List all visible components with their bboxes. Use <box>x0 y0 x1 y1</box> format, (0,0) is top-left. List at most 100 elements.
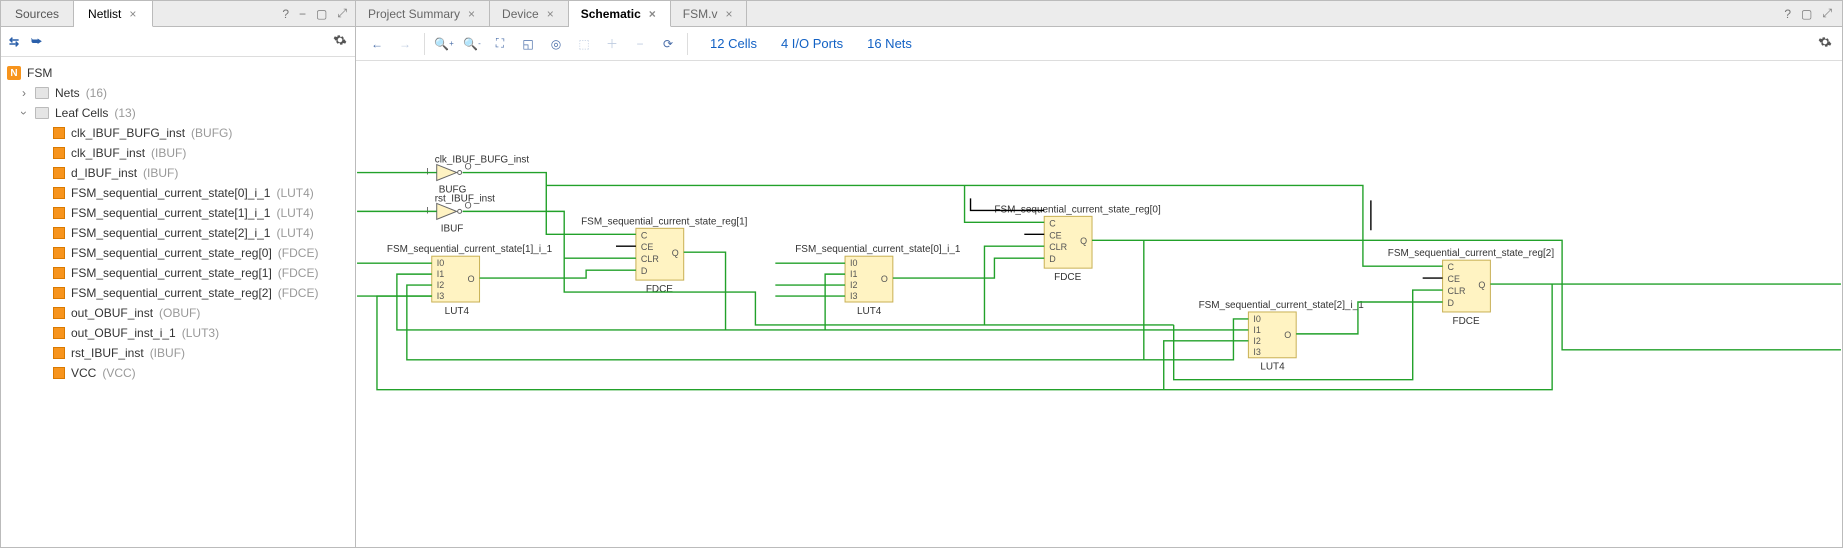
tab-label: Project Summary <box>368 7 460 21</box>
maximize-icon[interactable]: ⤢ <box>337 6 347 21</box>
center-icon[interactable]: ◎ <box>545 33 567 55</box>
pin-label: O <box>881 274 888 284</box>
netlist-panel: Sources Netlist × ? − ▢ ⤢ ⇆ ⮨ N <box>1 1 356 547</box>
pin-label: Q <box>1478 280 1485 290</box>
cell-type: (LUT4) <box>276 186 313 200</box>
tree-cell[interactable]: out_OBUF_inst (OBUF) <box>5 303 349 323</box>
tree-cell[interactable]: FSM_sequential_current_state_reg[1] (FDC… <box>5 263 349 283</box>
zoom-out-icon[interactable]: 🔍- <box>461 33 483 55</box>
cell-icon <box>53 207 65 219</box>
tree-cell[interactable]: FSM_sequential_current_state[0]_i_1 (LUT… <box>5 183 349 203</box>
pin-label: I2 <box>850 280 857 290</box>
cell-name: clk_IBUF_BUFG_inst <box>71 126 185 140</box>
help-icon[interactable]: ? <box>1784 7 1791 21</box>
tree-cell[interactable]: VCC (VCC) <box>5 363 349 383</box>
block-type: LUT4 <box>857 306 882 317</box>
pin-label: I0 <box>850 258 857 268</box>
chevron-down-icon[interactable]: › <box>17 108 31 118</box>
tree-cell[interactable]: FSM_sequential_current_state[2]_i_1 (LUT… <box>5 223 349 243</box>
tab-netlist[interactable]: Netlist × <box>74 1 153 27</box>
block-title: FSM_sequential_current_state[0]_i_1 <box>795 244 961 255</box>
stat-nets[interactable]: 16 Nets <box>867 36 912 51</box>
stat-ports[interactable]: 4 I/O Ports <box>781 36 843 51</box>
cell-type: (FDCE) <box>278 286 319 300</box>
close-icon[interactable]: × <box>466 7 477 21</box>
zoom-fit-icon[interactable]: ⛶ <box>489 33 511 55</box>
tab-label: FSM.v <box>683 7 718 21</box>
help-icon[interactable]: ? <box>282 7 289 21</box>
tree-cell[interactable]: out_OBUF_inst_i_1 (LUT3) <box>5 323 349 343</box>
minimize-icon[interactable]: − <box>299 7 306 21</box>
zoom-in-icon[interactable]: 🔍+ <box>433 33 455 55</box>
refresh-icon[interactable]: ⟳ <box>657 33 679 55</box>
restore-icon[interactable]: ▢ <box>1801 7 1812 21</box>
block-type: IBUF <box>441 223 464 234</box>
close-icon[interactable]: × <box>127 7 138 21</box>
maximize-icon[interactable]: ⤢ <box>1822 6 1832 21</box>
forward-icon[interactable]: → <box>394 33 416 55</box>
pin-label: I1 <box>850 269 857 279</box>
tree-root-label: FSM <box>27 66 52 80</box>
cell-icon <box>53 327 65 339</box>
tree-cell[interactable]: d_IBUF_inst (IBUF) <box>5 163 349 183</box>
block-title: FSM_sequential_current_state_reg[1] <box>581 216 748 227</box>
stat-cells[interactable]: 12 Cells <box>710 36 757 51</box>
tree-nets[interactable]: › Nets (16) <box>5 83 349 103</box>
cell-name: FSM_sequential_current_state[0]_i_1 <box>71 186 270 200</box>
cell-name: clk_IBUF_inst <box>71 146 145 160</box>
block-title: clk_IBUF_BUFG_inst <box>435 155 530 166</box>
tree-cell[interactable]: clk_IBUF_inst (IBUF) <box>5 143 349 163</box>
tree-cell[interactable]: clk_IBUF_BUFG_inst (BUFG) <box>5 123 349 143</box>
add-icon[interactable]: ＋ <box>601 33 623 55</box>
close-icon[interactable]: × <box>647 7 658 21</box>
pin-label: I <box>426 167 429 177</box>
highlight-icon[interactable]: ⬚ <box>573 33 595 55</box>
tree-leafcells[interactable]: › Leaf Cells (13) <box>5 103 349 123</box>
cell-icon <box>53 347 65 359</box>
tree-leaf-label: Leaf Cells <box>55 106 108 120</box>
tab-project-summary[interactable]: Project Summary × <box>356 1 490 26</box>
pin-label: I <box>426 205 429 215</box>
cell-icon <box>53 147 65 159</box>
restore-icon[interactable]: ▢ <box>316 7 327 21</box>
pin-label: CE <box>641 242 653 252</box>
minus-icon[interactable]: − <box>629 33 651 55</box>
cell-name: out_OBUF_inst <box>71 306 153 320</box>
tab-device[interactable]: Device × <box>490 1 569 26</box>
tab-schematic[interactable]: Schematic× <box>569 1 671 27</box>
cell-type: (IBUF) <box>143 166 178 180</box>
close-icon[interactable]: × <box>545 7 556 21</box>
cell-type: (IBUF) <box>151 146 186 160</box>
pin-label: I2 <box>437 280 444 290</box>
netlist-root-icon: N <box>7 66 21 80</box>
tree-cell[interactable]: rst_IBUF_inst (IBUF) <box>5 343 349 363</box>
close-icon[interactable]: × <box>723 7 734 21</box>
tab-label: Device <box>502 7 539 21</box>
main-tabbar: Project Summary × Device × Schematic× FSM.… <box>356 1 1842 27</box>
block-type: FDCE <box>1453 316 1480 327</box>
settings-icon[interactable] <box>1818 35 1832 52</box>
tree-root[interactable]: N FSM <box>5 63 349 83</box>
tree-cell[interactable]: FSM_sequential_current_state_reg[0] (FDC… <box>5 243 349 263</box>
back-icon[interactable]: ← <box>366 33 388 55</box>
netlist-tree[interactable]: N FSM › Nets (16) › Leaf Cells (13) clk_… <box>1 57 355 547</box>
pin-label: O <box>468 274 475 284</box>
tree-cell[interactable]: FSM_sequential_current_state_reg[2] (FDC… <box>5 283 349 303</box>
pin-label: CLR <box>641 254 659 264</box>
cell-type: (VCC) <box>102 366 135 380</box>
cell-name: FSM_sequential_current_state_reg[2] <box>71 286 272 300</box>
folder-icon <box>35 87 49 99</box>
settings-icon[interactable] <box>333 33 347 50</box>
tab-sources[interactable]: Sources <box>1 1 74 26</box>
chevron-right-icon[interactable]: › <box>19 86 29 100</box>
tab-fsm-v[interactable]: FSM.v × <box>671 1 748 26</box>
tree-nets-count: (16) <box>86 86 107 100</box>
tree-cell[interactable]: FSM_sequential_current_state[1]_i_1 (LUT… <box>5 203 349 223</box>
expand-icon[interactable]: ⮨ <box>31 34 42 49</box>
tree-nets-label: Nets <box>55 86 80 100</box>
collapse-all-icon[interactable]: ⇆ <box>9 35 19 49</box>
zoom-area-icon[interactable]: ◱ <box>517 33 539 55</box>
schematic-canvas[interactable]: clk_IBUF_BUFG_inst I O BUFG rst_IBUF_ins… <box>356 61 1842 547</box>
cell-type: (BUFG) <box>191 126 232 140</box>
cell-name: rst_IBUF_inst <box>71 346 144 360</box>
